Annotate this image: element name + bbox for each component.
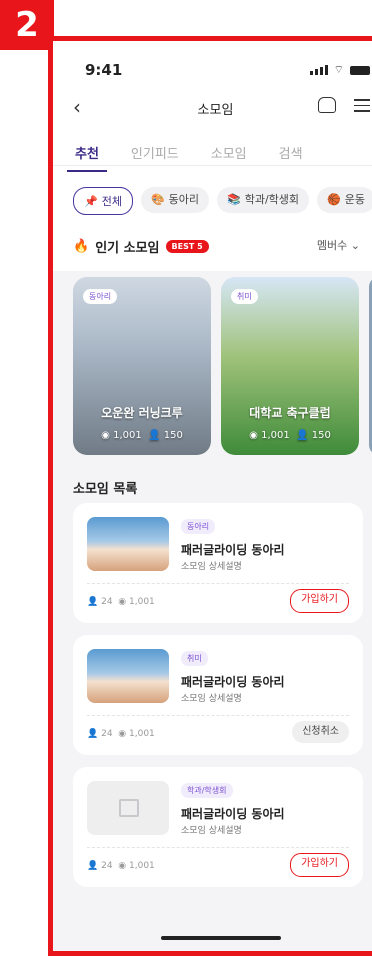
tab-recommend[interactable]: 추천 bbox=[67, 143, 107, 172]
card-tag: 동아리 bbox=[83, 289, 118, 304]
basketball-icon: 🏀 bbox=[327, 193, 341, 206]
card-stats: ◉ 1,001 👤 150 bbox=[221, 430, 359, 441]
join-button[interactable]: 가입하기 bbox=[290, 589, 349, 613]
top-section: 9:41 ⌔ ‹ 소모임 추천 인기피드 소모임 검색 📌 전체 🎨 동아리 📚 학과… bbox=[53, 41, 372, 271]
card-views: 1,001 bbox=[261, 430, 290, 441]
card-views: 1,001 bbox=[113, 430, 142, 441]
image-placeholder-icon bbox=[87, 781, 169, 835]
list-item[interactable]: 동아리 패러글라이딩 동아리 소모임 상세설명 👤 24 ◉ 1,001 가입하… bbox=[73, 503, 363, 623]
eye-icon: ◉ bbox=[118, 597, 127, 607]
group-list: 동아리 패러글라이딩 동아리 소모임 상세설명 👤 24 ◉ 1,001 가입하… bbox=[73, 503, 363, 899]
best-badge: BEST 5 bbox=[165, 240, 209, 253]
popular-cards: 동아리 오운완 러닝크루 ◉ 1,001 👤 150 취미 대학교 축구클럽 ◉… bbox=[73, 277, 372, 455]
books-icon: 📚 bbox=[227, 193, 241, 206]
item-views: 1,001 bbox=[129, 597, 155, 607]
home-icon[interactable] bbox=[318, 97, 336, 113]
chip-sports[interactable]: 🏀 운동 bbox=[317, 187, 372, 213]
item-divider bbox=[87, 847, 349, 848]
item-views: 1,001 bbox=[129, 729, 155, 739]
item-name: 패러글라이딩 동아리 bbox=[181, 543, 285, 557]
item-views: 1,001 bbox=[129, 861, 155, 871]
category-chips: 📌 전체 🎨 동아리 📚 학과/학생회 🏀 운동 bbox=[73, 187, 372, 215]
item-stats: 👤 24 ◉ 1,001 bbox=[87, 597, 155, 607]
signal-icon bbox=[309, 65, 328, 75]
chip-label: 학과/학생회 bbox=[244, 193, 300, 206]
person-icon: 👤 bbox=[87, 729, 99, 739]
card-name: 대학교 축구클럽 bbox=[249, 406, 331, 420]
eye-icon: ◉ bbox=[249, 430, 258, 441]
item-tag: 취미 bbox=[181, 651, 208, 666]
chip-department[interactable]: 📚 학과/학생회 bbox=[217, 187, 310, 213]
join-button[interactable]: 가입하기 bbox=[290, 853, 349, 877]
chip-label: 전체 bbox=[101, 194, 122, 208]
item-tag: 동아리 bbox=[181, 519, 216, 534]
person-icon: 👤 bbox=[87, 861, 99, 871]
eye-icon: ◉ bbox=[101, 430, 110, 441]
wifi-icon: ⌔ bbox=[333, 63, 344, 76]
eye-icon: ◉ bbox=[118, 729, 127, 739]
item-tag: 학과/학생회 bbox=[181, 783, 233, 798]
item-description: 소모임 상세설명 bbox=[181, 826, 242, 836]
group-thumbnail bbox=[87, 517, 169, 571]
item-description: 소모임 상세설명 bbox=[181, 694, 242, 704]
list-item[interactable]: 취미 패러글라이딩 동아리 소모임 상세설명 👤 24 ◉ 1,001 신청취소 bbox=[73, 635, 363, 755]
item-stats: 👤 24 ◉ 1,001 bbox=[87, 861, 155, 871]
person-icon: 👤 bbox=[87, 597, 99, 607]
group-thumbnail bbox=[87, 649, 169, 703]
item-members: 24 bbox=[101, 729, 113, 739]
cancel-application-button[interactable]: 신청취소 bbox=[292, 721, 349, 743]
eye-icon: ◉ bbox=[118, 861, 127, 871]
navigation-bar: ‹ 소모임 bbox=[53, 93, 372, 123]
status-icons: ⌔ bbox=[309, 63, 370, 77]
sort-dropdown[interactable]: 멤버수 ⌄ bbox=[317, 237, 360, 253]
chip-club[interactable]: 🎨 동아리 bbox=[140, 187, 210, 213]
palette-icon: 🎨 bbox=[150, 193, 165, 206]
chip-label: 동아리 bbox=[168, 193, 200, 206]
card-members: 150 bbox=[311, 430, 331, 441]
popular-card[interactable]: 취미 대학교 축구클럽 ◉ 1,001 👤 150 bbox=[221, 277, 359, 455]
tab-search[interactable]: 검색 bbox=[279, 143, 303, 162]
tab-bar: 추천 인기피드 소모임 검색 bbox=[67, 143, 303, 172]
popular-section-header: 🔥 인기 소모임 BEST 5 멤버수 ⌄ bbox=[73, 237, 372, 256]
item-name: 패러글라이딩 동아리 bbox=[181, 807, 285, 821]
item-description: 소모임 상세설명 bbox=[181, 562, 242, 572]
person-icon: 👤 bbox=[148, 430, 161, 441]
chip-label: 운동 bbox=[344, 193, 365, 206]
card-tag: 취미 bbox=[231, 289, 258, 304]
home-indicator bbox=[161, 936, 281, 940]
step-number-badge: 2 bbox=[0, 0, 54, 50]
pin-icon: 📌 bbox=[84, 194, 98, 208]
menu-icon[interactable] bbox=[354, 99, 370, 116]
card-name: 오운완 러닝크루 bbox=[101, 406, 183, 420]
item-divider bbox=[87, 583, 349, 584]
tab-groups[interactable]: 소모임 bbox=[211, 143, 247, 162]
tab-divider bbox=[53, 165, 372, 166]
item-name: 패러글라이딩 동아리 bbox=[181, 675, 285, 689]
card-members: 150 bbox=[163, 430, 183, 441]
card-stats: ◉ 1,001 👤 150 bbox=[73, 430, 211, 441]
chip-all[interactable]: 📌 전체 bbox=[73, 187, 133, 215]
popular-title: 인기 소모임 bbox=[95, 241, 160, 256]
item-stats: 👤 24 ◉ 1,001 bbox=[87, 729, 155, 739]
person-icon: 👤 bbox=[296, 430, 309, 441]
battery-icon bbox=[350, 65, 370, 75]
item-members: 24 bbox=[101, 861, 113, 871]
item-divider bbox=[87, 715, 349, 716]
tab-popular-feed[interactable]: 인기피드 bbox=[131, 143, 179, 162]
group-list-title: 소모임 목록 bbox=[73, 482, 138, 497]
list-item[interactable]: 학과/학생회 패러글라이딩 동아리 소모임 상세설명 👤 24 ◉ 1,001 … bbox=[73, 767, 363, 887]
item-members: 24 bbox=[101, 597, 113, 607]
status-time: 9:41 bbox=[85, 61, 123, 79]
fire-icon: 🔥 bbox=[73, 239, 90, 254]
phone-frame: 9:41 ⌔ ‹ 소모임 추천 인기피드 소모임 검색 📌 전체 🎨 동아리 📚 학과… bbox=[48, 36, 372, 956]
popular-card[interactable]: 동아리 오운완 러닝크루 ◉ 1,001 👤 150 bbox=[73, 277, 211, 455]
